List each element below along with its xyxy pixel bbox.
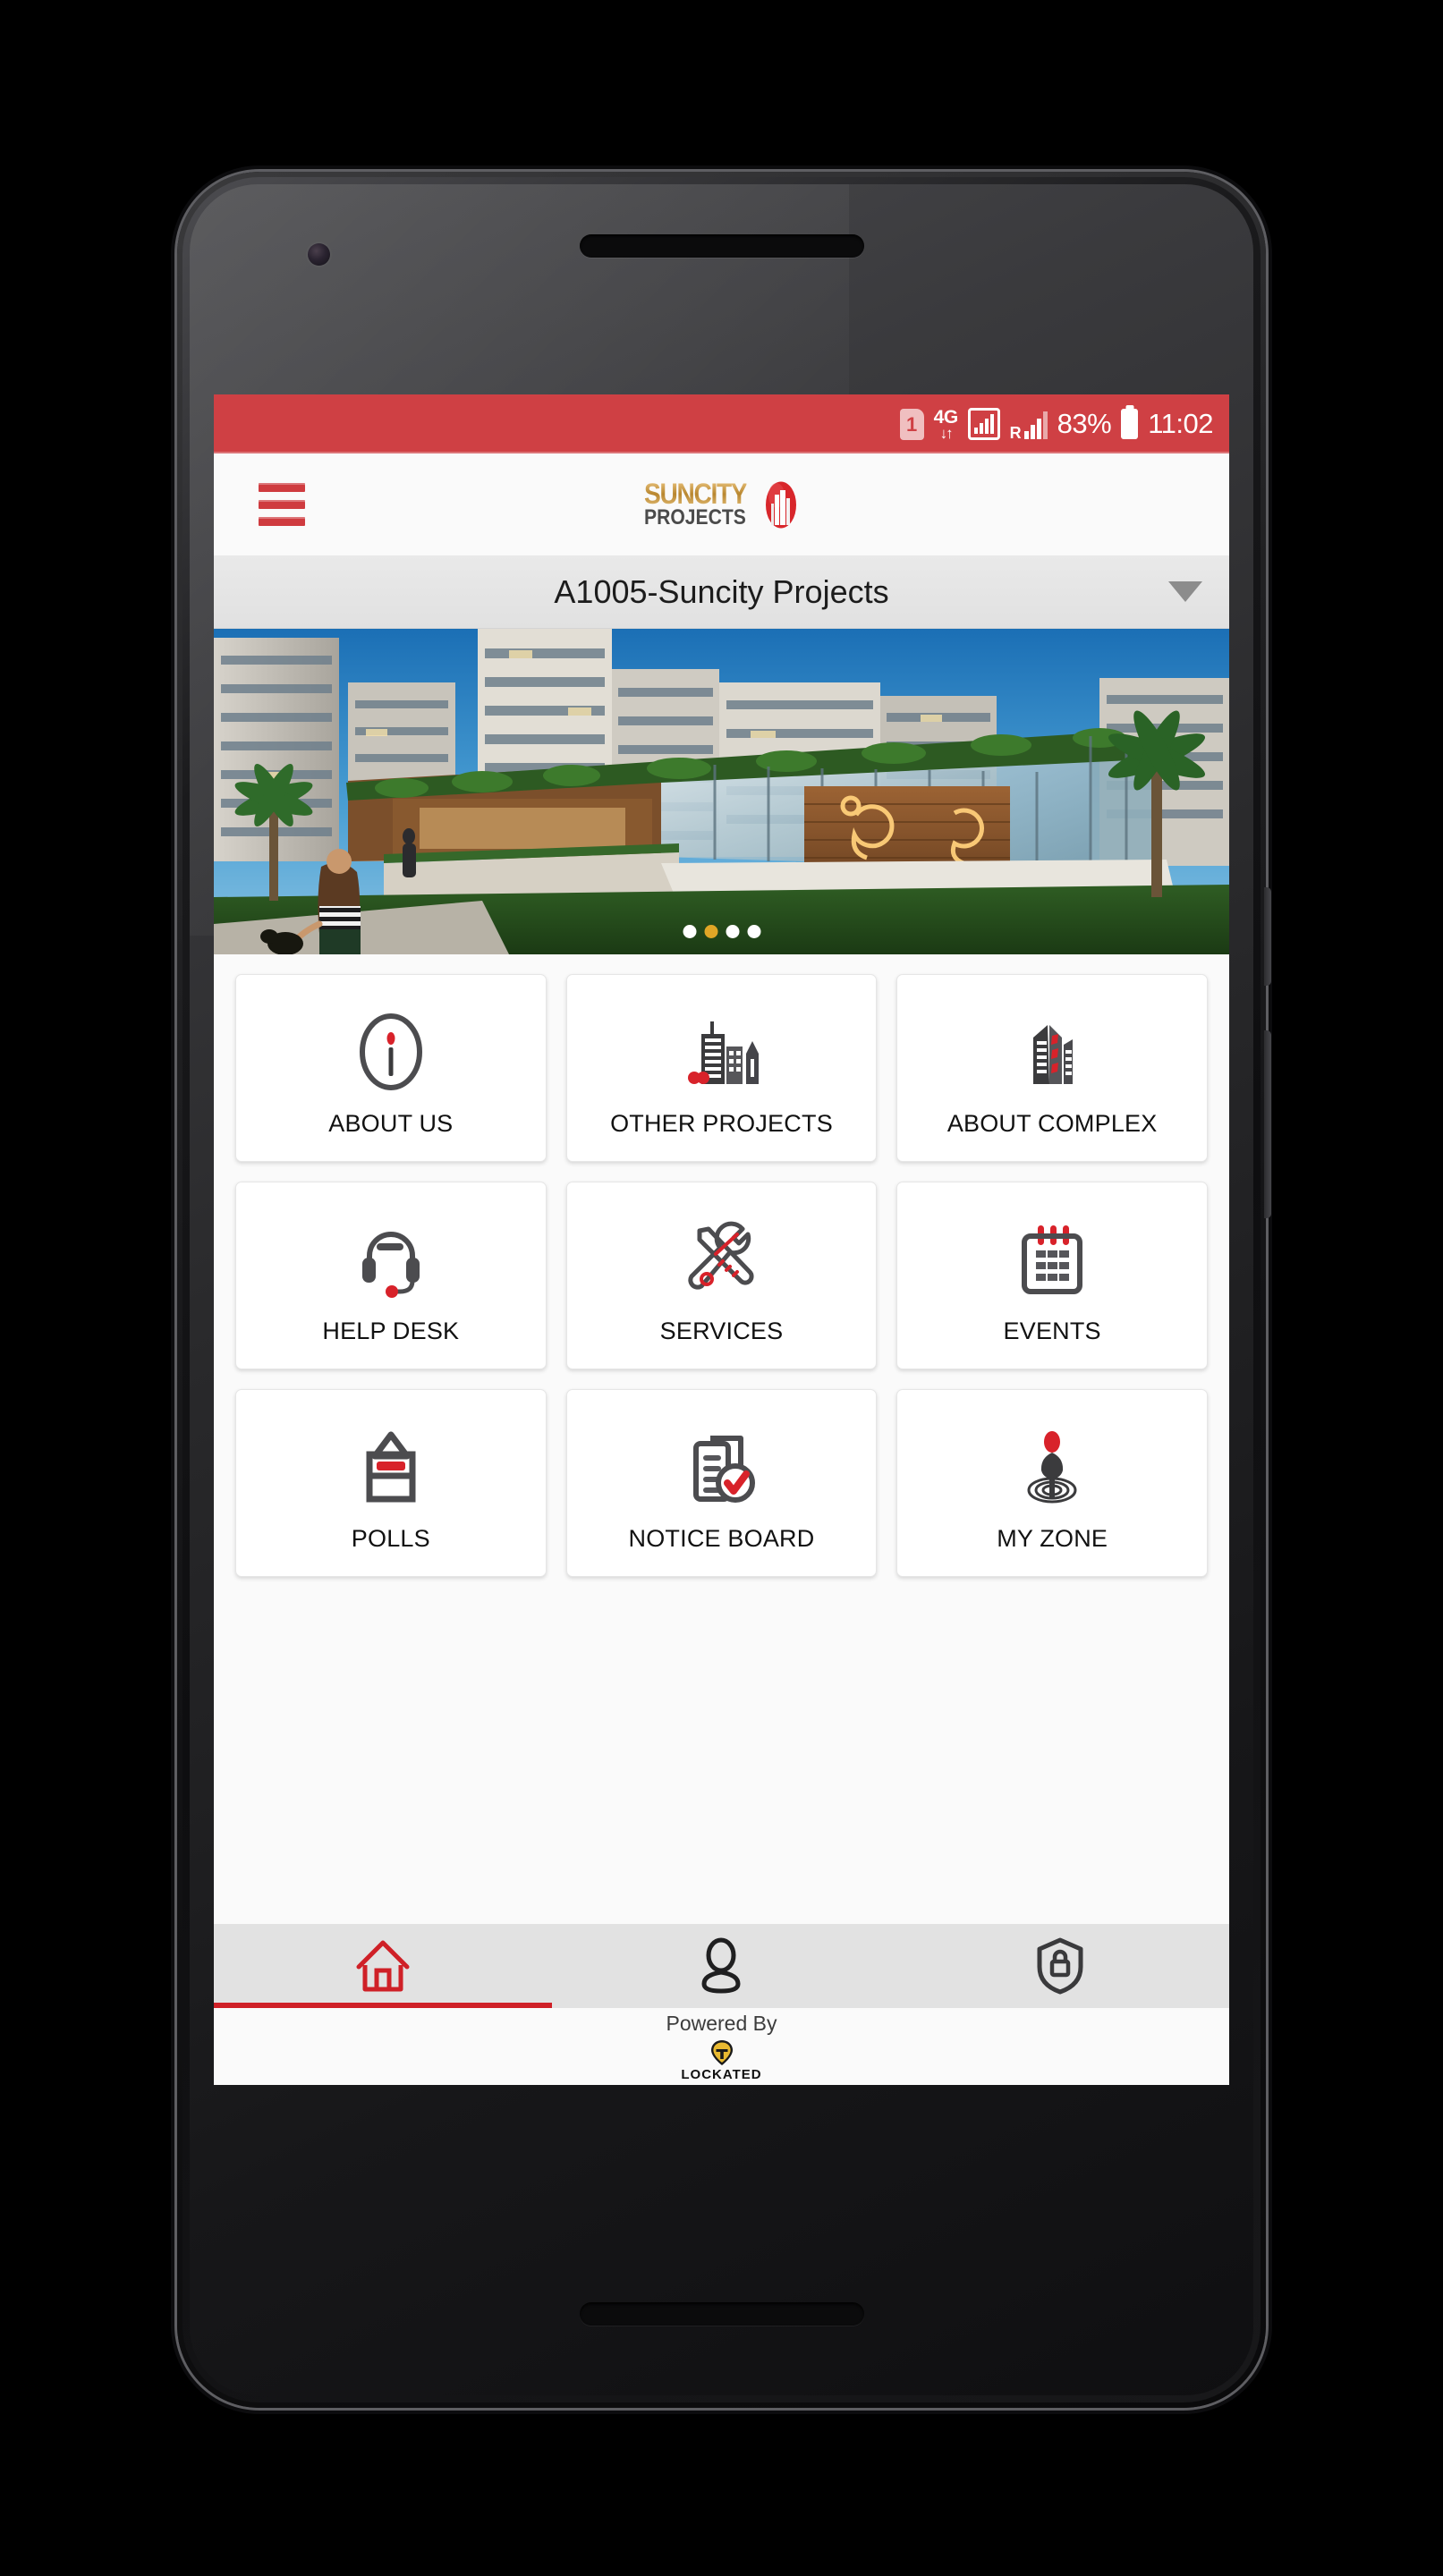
carousel-dot-4[interactable] <box>747 925 760 938</box>
clipboard-check-icon <box>680 1419 762 1514</box>
volume-button[interactable] <box>1264 1030 1271 1218</box>
tile-other-projects[interactable]: OTHER PROJECTS <box>565 974 878 1162</box>
carousel-image <box>214 629 1229 954</box>
tile-label: SERVICES <box>659 1317 784 1344</box>
carousel-dot-2[interactable] <box>704 925 717 938</box>
network-type-indicator: 4G ↓↑ <box>933 406 959 442</box>
status-bar-clock: 11:02 <box>1148 408 1213 439</box>
project-selector-dropdown[interactable]: A1005-Suncity Projects <box>214 555 1229 629</box>
brand-name-primary: SUNCITY <box>643 478 748 511</box>
network-type-label: 4G <box>933 406 959 428</box>
tile-services[interactable]: SERVICES <box>565 1182 878 1369</box>
powered-by-label: Powered By <box>666 2011 777 2035</box>
carousel-dots[interactable] <box>683 925 760 938</box>
nav-tab-profile[interactable] <box>552 1924 890 2008</box>
location-person-icon <box>1011 1419 1093 1514</box>
tile-about-complex[interactable]: ABOUT COMPLEX <box>896 974 1208 1162</box>
lockated-pin-icon <box>710 2039 733 2065</box>
app-bar: SUNCITY PROJECTS <box>214 453 1229 555</box>
carousel-dot-1[interactable] <box>683 925 696 938</box>
signal-strength-icon <box>967 408 1000 440</box>
roaming-label: R <box>1009 424 1022 442</box>
nav-tab-home[interactable] <box>214 1924 553 2008</box>
battery-percent-label: 83% <box>1057 408 1112 439</box>
brand-name-secondary: PROJECTS <box>643 504 746 530</box>
sim-indicator: 1 <box>899 408 924 440</box>
calendar-icon <box>1011 1212 1093 1307</box>
nav-tab-security[interactable] <box>891 1924 1229 2008</box>
project-selector-value: A1005-Suncity Projects <box>554 572 889 610</box>
headset-icon <box>350 1212 432 1307</box>
carousel-dot-3[interactable] <box>726 925 739 938</box>
bottom-speaker-grill <box>579 2302 864 2326</box>
tile-my-zone[interactable]: MY ZONE <box>896 1389 1208 1577</box>
tile-about-us[interactable]: ABOUT US <box>235 974 547 1162</box>
sim-1-icon: 1 <box>899 408 924 440</box>
tile-events[interactable]: EVENTS <box>896 1182 1208 1369</box>
suncity-logo: SUNCITY PROJECTS <box>643 478 800 530</box>
tile-notice-board[interactable]: NOTICE BOARD <box>565 1389 878 1577</box>
buildings-icon <box>678 1004 764 1099</box>
lockated-name: LOCKATED <box>681 2066 762 2082</box>
data-transfer-arrows-icon: ↓↑ <box>939 424 954 442</box>
status-bar: 1 4G ↓↑ R 83% 11:02 <box>214 394 1229 453</box>
footer-powered-by: Powered By LOCKATED <box>214 2008 1229 2085</box>
complex-buildings-icon <box>1012 1004 1092 1099</box>
phone-screen: 1 4G ↓↑ R 83% 11:02 SUNCITY PROJECTS A10… <box>214 394 1229 2085</box>
tile-help-desk[interactable]: HELP DESK <box>235 1182 547 1369</box>
chevron-down-icon[interactable] <box>1168 581 1202 602</box>
suncity-mark-icon <box>766 481 797 528</box>
feature-tile-grid: ABOUT US OTHER PROJECTS ABOUT COMPLEX HE… <box>214 954 1229 1577</box>
shield-lock-icon <box>1037 1937 1083 1995</box>
hamburger-menu-icon[interactable] <box>259 483 305 526</box>
battery-icon <box>1121 409 1139 439</box>
info-circle-icon <box>356 1004 426 1099</box>
tile-label: MY ZONE <box>997 1524 1108 1552</box>
bottom-navigation-bar <box>214 1924 1229 2008</box>
power-button[interactable] <box>1264 887 1271 986</box>
tile-label: HELP DESK <box>322 1317 460 1344</box>
roaming-signal-icon: R <box>1009 409 1048 442</box>
tools-icon <box>680 1212 762 1307</box>
tile-label: POLLS <box>351 1524 430 1552</box>
tile-label: OTHER PROJECTS <box>610 1109 833 1137</box>
tile-label: NOTICE BOARD <box>628 1524 815 1552</box>
hero-carousel[interactable] <box>214 629 1229 954</box>
screenshot-stage: 1 4G ↓↑ R 83% 11:02 SUNCITY PROJECTS A10… <box>0 0 1443 2576</box>
tile-label: ABOUT COMPLEX <box>946 1109 1158 1137</box>
tile-polls[interactable]: POLLS <box>235 1389 547 1577</box>
ballot-box-icon <box>350 1419 432 1514</box>
front-camera-icon <box>308 243 330 266</box>
lockated-logo: LOCKATED <box>681 2039 761 2082</box>
person-icon <box>701 1937 741 1994</box>
tile-label: EVENTS <box>1003 1317 1101 1344</box>
tile-label: ABOUT US <box>328 1109 454 1137</box>
home-icon <box>356 1940 410 1992</box>
earpiece-speaker <box>579 234 864 258</box>
